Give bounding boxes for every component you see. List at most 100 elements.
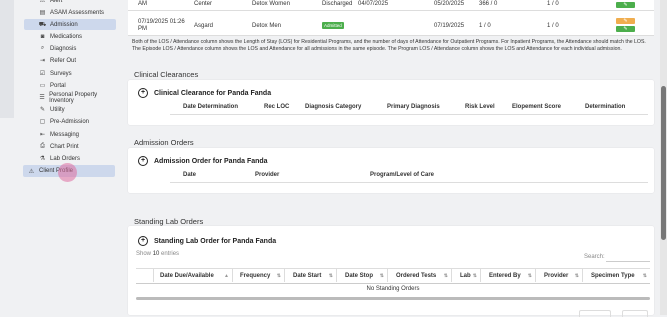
add-icon[interactable]: + (138, 236, 148, 246)
edit-button[interactable]: ✎ (616, 2, 635, 8)
column-header: Provider (255, 172, 280, 178)
sidebar-item-label: ASAM Assessments (50, 9, 105, 16)
sidebar-item-label: Surveys (50, 70, 72, 77)
program-los: 1 / 0 (547, 1, 559, 7)
column-header: Risk Level (465, 104, 495, 110)
column-label: Date Due/Available (160, 272, 214, 279)
sidebar-gutter (0, 0, 14, 118)
column-header: Determination (585, 104, 626, 110)
sidebar-item-refer-out[interactable]: ⇥ Refer Out (24, 55, 116, 66)
sidebar-item-pre-admission[interactable]: ▢ Pre-Admission (24, 116, 116, 127)
edit-icon: ✎ (623, 26, 628, 32)
clinical-clearance-card: + Clinical Clearance for Panda Fanda Dat… (128, 80, 654, 125)
column-label: Frequency (240, 272, 271, 279)
sidebar-item-messaging[interactable]: ⇤ Messaging (24, 129, 116, 140)
alert-icon: ⚠ (28, 168, 35, 175)
column-header-lab[interactable]: Lab ⇅ (453, 269, 481, 282)
sidebar-item-admission[interactable]: ⛟ Admission (24, 19, 116, 30)
horizontal-scrollbar[interactable] (136, 297, 650, 300)
sort-icon: ⇅ (472, 272, 477, 279)
sort-icon: ⇅ (527, 272, 532, 279)
edit-icon: ✎ (623, 18, 628, 24)
sidebar-item-surveys[interactable]: ☑ Surveys (24, 68, 116, 79)
clipboard-icon: ▤ (39, 10, 46, 16)
sidebar-item-alert[interactable]: ⚠ Alert (24, 0, 116, 6)
column-header: Date (183, 172, 197, 178)
card-title: + Standing Lab Order for Panda Fanda (138, 236, 276, 246)
sidebar-item-label: Pre-Admission (50, 118, 90, 125)
sidebar-item-personal-property-inventory[interactable]: ☰ Personal Property Inventory (24, 91, 116, 104)
standing-lab-order-card: + Standing Lab Order for Panda Fanda Sho… (128, 226, 654, 317)
column-header-ordered-tests[interactable]: Ordered Tests ⇅ (389, 269, 452, 282)
admissions-table: AM Center Detox Women Discharged 04/07/2… (128, 0, 654, 36)
document-icon: ▢ (39, 119, 46, 125)
next-page-button[interactable] (622, 310, 648, 317)
sort-icon: ⇅ (276, 272, 281, 279)
search-label: Search: (584, 254, 605, 260)
column-label: Ordered Tests (396, 272, 437, 279)
sidebar-item-medications[interactable]: ◙ Medications (24, 31, 116, 42)
column-label: Entered By (489, 272, 521, 279)
column-header-provider[interactable]: Provider ⇅ (537, 269, 583, 282)
sidebar-item-diagnosis[interactable]: ⌕ Diagnosis (24, 43, 116, 54)
admission-date: 07/19/2025 01:26 (138, 19, 185, 25)
column-label: Specimen Type (591, 272, 635, 279)
card-title-text: Clinical Clearance for Panda Fanda (154, 89, 272, 97)
empty-table-message: No Standing Orders (366, 286, 420, 292)
column-header-specimen-type[interactable]: Specimen Type ⇅ (584, 269, 650, 282)
monitor-icon: ▭ (39, 83, 46, 89)
sort-icon: ⇅ (379, 272, 384, 279)
sidebar-item-label: Portal (50, 82, 66, 89)
column-header-date-start[interactable]: Date Start ⇅ (286, 269, 337, 282)
column-label: Provider (544, 272, 569, 279)
column-header (136, 269, 154, 282)
sidebar-item-utility[interactable]: ✎ Utility (24, 104, 116, 115)
page-scrollbar-thumb[interactable] (661, 86, 666, 240)
los-note: Both of the LOS / Attendance column show… (132, 39, 646, 52)
section-title-clinical-clearances: Clinical Clearances (134, 70, 199, 79)
entries-label: entries (161, 251, 180, 257)
edit-icon: ✎ (623, 2, 628, 8)
edit-button[interactable]: ✎ (616, 18, 635, 24)
admission-date: AM (138, 1, 147, 7)
sidebar-item-asam-assessments[interactable]: ▤ ASAM Assessments (24, 7, 116, 18)
column-header-frequency[interactable]: Frequency ⇅ (234, 269, 285, 282)
lab-table-header: Date Due/Available ▲ Frequency ⇅ Date Star… (136, 268, 650, 284)
column-header-entered-by[interactable]: Entered By ⇅ (482, 269, 536, 282)
list-icon: ☰ (39, 95, 45, 101)
previous-page-button[interactable] (579, 310, 611, 317)
sidebar-item-label: Alert (50, 0, 63, 4)
entries-select[interactable]: 10 (153, 251, 160, 257)
card-title-text: Standing Lab Order for Panda Fanda (154, 237, 277, 245)
column-header-date-due[interactable]: Date Due/Available ▲ (154, 269, 233, 282)
column-header: Date Determination (183, 104, 239, 110)
column-header: Elopement Score (512, 104, 562, 110)
card-title: + Admission Order for Panda Fanda (138, 156, 268, 166)
edit-button[interactable]: ✎ (616, 26, 635, 32)
admission-order-card: + Admission Order for Panda Fanda Date P… (128, 148, 654, 193)
add-icon[interactable]: + (138, 88, 148, 98)
column-label: Date Start (293, 272, 322, 279)
camera-icon: ◙ (40, 33, 45, 40)
print-icon: ⎙ (40, 143, 45, 149)
sort-icon: ⇅ (443, 272, 448, 279)
alert-icon: ⚠ (39, 0, 46, 4)
sidebar-item-chart-print[interactable]: ⎙ Chart Print (24, 141, 116, 152)
sort-icon: ⇅ (642, 272, 647, 279)
program-los: 1 / 0 (547, 23, 559, 29)
program-name: Asgard (194, 23, 214, 29)
episode-los: 366 / 0 (479, 1, 498, 7)
start-date: 07/19/2025 (434, 23, 465, 29)
wrench-icon: ✎ (39, 107, 46, 113)
status-text: Discharged (322, 1, 353, 7)
add-icon[interactable]: + (138, 156, 148, 166)
search-input[interactable] (606, 253, 650, 262)
divider (170, 182, 648, 183)
sidebar-item-label: Chart Print (50, 143, 79, 150)
column-header-date-stop[interactable]: Date Stop ⇅ (338, 269, 388, 282)
program-name: Center (194, 1, 213, 7)
click-indicator (58, 163, 77, 182)
sidebar-item-label: Personal Property Inventory (49, 91, 98, 104)
search-icon: ⌕ (40, 45, 45, 51)
sidebar-item-portal[interactable]: ▭ Portal (24, 80, 116, 91)
